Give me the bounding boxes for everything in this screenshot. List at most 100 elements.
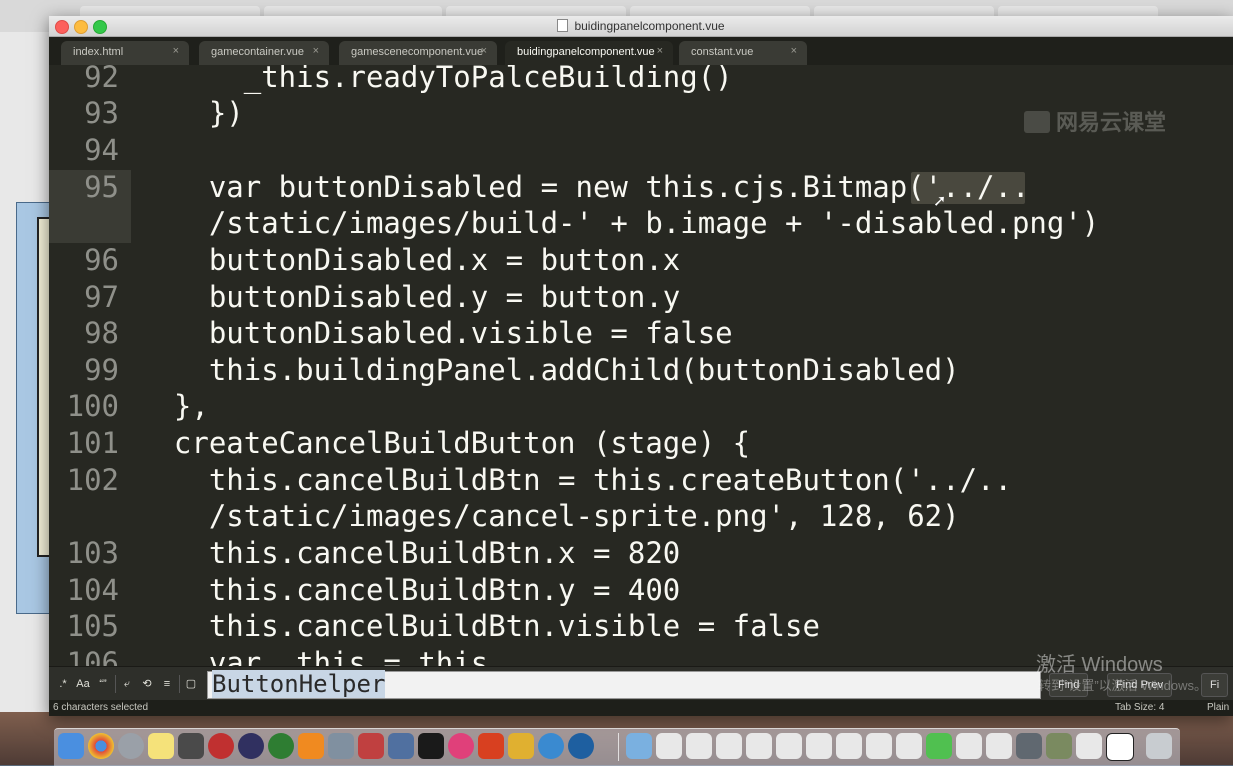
windows-activation-title: 激活 Windows (1036, 654, 1163, 676)
window-thumbnail[interactable] (1046, 733, 1072, 759)
window-thumbnail[interactable] (1106, 733, 1134, 761)
terminal-icon[interactable] (418, 733, 444, 759)
code-line-wrapped[interactable]: /static/images/cancel-sprite.png', 128, … (139, 498, 960, 534)
code-line[interactable]: this.cancelBuildBtn = this.createButton(… (139, 462, 1012, 498)
app-icon[interactable] (328, 733, 354, 759)
ibooks-icon[interactable] (298, 733, 324, 759)
line-number: 104 (66, 573, 119, 607)
launchpad-icon[interactable] (118, 733, 144, 759)
line-number: 97 (84, 280, 119, 314)
app-icon[interactable] (268, 733, 294, 759)
in-selection-icon[interactable]: ⟲ (139, 675, 155, 693)
window-thumbnail[interactable] (866, 733, 892, 759)
code-line[interactable]: buttonDisabled.y = button.y (139, 279, 680, 315)
folder-icon[interactable] (626, 733, 652, 759)
line-number: 92 (84, 65, 119, 94)
chrome-icon[interactable] (88, 733, 114, 759)
dock (54, 728, 1180, 766)
close-icon[interactable]: × (791, 45, 797, 57)
mouse-cursor-icon: ➚ (933, 193, 947, 210)
window-thumbnail[interactable] (656, 733, 682, 759)
highlight-matches-icon[interactable]: ≡ (159, 675, 175, 693)
title-bar[interactable]: buidingpanelcomponent.vue (49, 16, 1233, 37)
regex-toggle[interactable]: .* (55, 675, 71, 693)
window-thumbnail[interactable] (716, 733, 742, 759)
code-line[interactable]: var buttonDisabled = new this.cjs.Bitmap… (139, 169, 1030, 205)
line-number-gutter: 92 93 94 95 96 97 98 99 100 101 102 103 … (49, 65, 131, 666)
line-number: 99 (84, 353, 119, 387)
app-icon[interactable] (568, 733, 594, 759)
app-icon[interactable] (358, 733, 384, 759)
show-context-icon[interactable]: ▢ (183, 675, 199, 693)
case-sensitive-toggle[interactable]: Aa (75, 675, 91, 693)
code-line[interactable]: var _this = this (139, 645, 488, 666)
background-browser-page (0, 32, 53, 712)
window-thumbnail[interactable] (956, 733, 982, 759)
close-icon[interactable]: × (481, 45, 487, 57)
trash-icon[interactable] (1146, 733, 1172, 759)
wrap-icon[interactable]: ⤶ (119, 675, 135, 693)
virtualbox-icon[interactable] (388, 733, 414, 759)
whole-word-toggle[interactable]: “” (95, 675, 111, 693)
window-thumbnail[interactable] (1016, 733, 1042, 759)
line-number: 106 (66, 646, 119, 666)
window-thumbnail[interactable] (776, 733, 802, 759)
line-number: 102 (66, 463, 119, 497)
background-game-preview (16, 202, 53, 614)
itunes-icon[interactable] (448, 733, 474, 759)
window-title: buidingpanelcomponent.vue (49, 19, 1233, 33)
finder-icon[interactable] (58, 733, 84, 759)
status-bar: 6 characters selected Tab Size: 4 Plain (49, 700, 1233, 716)
code-line[interactable]: buttonDisabled.visible = false (139, 315, 733, 351)
line-number: 101 (66, 426, 119, 460)
folder-icon[interactable] (508, 733, 534, 759)
tab-buidingpanelcomponent-vue[interactable]: buidingpanelcomponent.vue × (505, 41, 673, 65)
code-line-wrapped[interactable]: /static/images/build-' + b.image + '-dis… (139, 205, 1099, 241)
line-number: 94 (84, 133, 119, 167)
code-line[interactable]: }, (139, 388, 209, 424)
window-thumbnail[interactable] (836, 733, 862, 759)
code-line[interactable]: buttonDisabled.x = button.x (139, 242, 680, 278)
tab-constant-vue[interactable]: constant.vue × (679, 41, 807, 65)
line-number: 93 (84, 96, 119, 130)
code-line[interactable]: this.buildingPanel.addChild(buttonDisabl… (139, 352, 960, 388)
line-number: 95 (84, 170, 119, 204)
code-line[interactable]: _this.readyToPalceBuilding() (139, 65, 733, 95)
close-icon[interactable]: × (313, 45, 319, 57)
code-line[interactable]: }) (139, 95, 244, 131)
code-line[interactable]: this.cancelBuildBtn.y = 400 (139, 572, 680, 608)
window-thumbnail[interactable] (806, 733, 832, 759)
window-thumbnail[interactable] (1076, 733, 1102, 759)
logo-icon (1024, 111, 1050, 133)
app-icon[interactable] (478, 733, 504, 759)
line-number: 100 (66, 389, 119, 423)
app-icon[interactable] (208, 733, 234, 759)
window-thumbnail[interactable] (686, 733, 712, 759)
window-thumbnail[interactable] (746, 733, 772, 759)
line-number: 96 (84, 243, 119, 277)
tab-gamecontainer-vue[interactable]: gamecontainer.vue × (199, 41, 329, 65)
close-icon[interactable]: × (657, 45, 663, 57)
line-number: 103 (66, 536, 119, 570)
tab-size-menu[interactable]: Tab Size: 4 (1115, 702, 1164, 713)
find-input[interactable]: ButtonHelper (207, 670, 1041, 699)
safari-icon[interactable] (538, 733, 564, 759)
windows-activation-subtitle: 转到“设置”以激活 Windows。 (1038, 678, 1208, 693)
watermark-logo: 网易云课堂 (1024, 105, 1166, 137)
syntax-menu[interactable]: Plain (1207, 702, 1229, 713)
code-line[interactable]: this.cancelBuildBtn.visible = false (139, 608, 820, 644)
code-line[interactable]: createCancelBuildButton (stage) { (139, 425, 750, 461)
window-thumbnail[interactable] (986, 733, 1012, 759)
code-line[interactable]: this.cancelBuildBtn.x = 820 (139, 535, 680, 571)
tab-gamescenecomponent-vue[interactable]: gamescenecomponent.vue × (339, 41, 497, 65)
window-thumbnail[interactable] (896, 733, 922, 759)
line-number: 98 (84, 316, 119, 350)
tab-index-html[interactable]: index.html × (61, 41, 189, 65)
window-thumbnail[interactable] (926, 733, 952, 759)
close-icon[interactable]: × (173, 45, 179, 57)
sublime-text-icon[interactable] (178, 733, 204, 759)
code-editor[interactable]: 92 93 94 95 96 97 98 99 100 101 102 103 … (49, 65, 1233, 666)
tab-bar: index.html × gamecontainer.vue × gamesce… (49, 37, 1233, 65)
notes-icon[interactable] (148, 733, 174, 759)
app-icon[interactable] (238, 733, 264, 759)
